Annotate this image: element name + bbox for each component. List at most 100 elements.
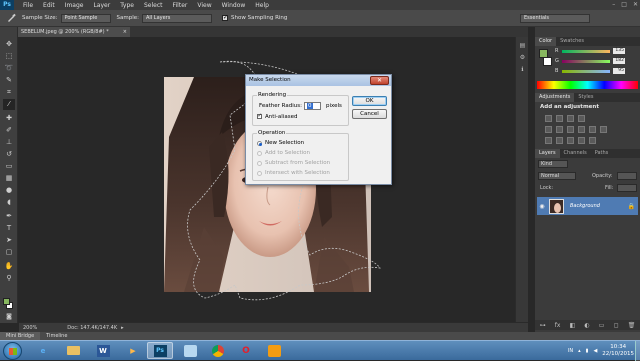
sample-size-select[interactable]: Point Sample xyxy=(60,13,111,23)
path-selection-tool-icon[interactable]: ➤ xyxy=(3,235,15,246)
fill-field[interactable] xyxy=(617,184,637,192)
opacity-field[interactable] xyxy=(617,172,637,180)
crop-tool-icon[interactable]: ⌗ xyxy=(3,87,15,98)
new-layer-icon[interactable]: ◻ xyxy=(614,322,619,329)
blend-mode-select[interactable]: Normal xyxy=(538,172,576,180)
anti-aliased-checkbox[interactable] xyxy=(257,113,262,119)
layer-style-icon[interactable]: fx xyxy=(555,322,561,329)
taskbar-ie[interactable]: e xyxy=(30,342,56,359)
foreground-color-swatch[interactable] xyxy=(3,298,10,305)
menu-layer[interactable]: Layer xyxy=(93,2,110,9)
selective-color-icon[interactable] xyxy=(589,137,596,144)
curves-icon[interactable] xyxy=(567,115,574,122)
invert-icon[interactable] xyxy=(545,137,552,144)
menu-type[interactable]: Type xyxy=(120,2,134,9)
taskbar-chrome[interactable] xyxy=(205,342,231,359)
layer-name[interactable]: Background xyxy=(570,203,600,209)
new-selection-label[interactable]: New Selection xyxy=(265,140,304,146)
feather-radius-input[interactable]: 0 xyxy=(304,102,321,110)
gradient-tool-icon[interactable]: ▦ xyxy=(3,173,15,184)
start-button[interactable] xyxy=(3,342,22,360)
black-white-icon[interactable] xyxy=(578,126,585,133)
pen-tool-icon[interactable]: ✒ xyxy=(3,211,15,222)
clock[interactable]: 10:34 22/10/2015 xyxy=(602,344,634,358)
green-value[interactable]: 182 xyxy=(613,58,625,64)
menu-file[interactable]: File xyxy=(23,2,33,9)
tab-paths[interactable]: Paths xyxy=(591,149,613,158)
blue-slider[interactable] xyxy=(562,69,610,73)
adjustment-layer-icon[interactable]: ◐ xyxy=(584,322,589,329)
blur-tool-icon[interactable]: ● xyxy=(3,185,15,196)
volume-icon[interactable]: ◀ xyxy=(593,348,597,354)
workspace-select[interactable]: Essentials xyxy=(520,13,590,23)
type-tool-icon[interactable]: T xyxy=(3,223,15,234)
panel-background-swatch[interactable] xyxy=(543,57,552,66)
language-indicator[interactable]: IN xyxy=(568,348,573,354)
red-value[interactable]: 135 xyxy=(613,48,625,54)
menu-edit[interactable]: Edit xyxy=(43,2,55,9)
tab-mini-bridge[interactable]: Mini Bridge xyxy=(0,332,41,340)
threshold-icon[interactable] xyxy=(567,137,574,144)
tab-color[interactable]: Color xyxy=(535,37,557,46)
eraser-tool-icon[interactable]: ▭ xyxy=(3,161,15,172)
gradient-map-icon[interactable] xyxy=(578,137,585,144)
healing-brush-tool-icon[interactable]: ✚ xyxy=(3,113,15,124)
marquee-tool-icon[interactable]: ⬚ xyxy=(3,51,15,62)
new-selection-radio[interactable] xyxy=(257,141,262,146)
properties-panel-icon[interactable]: ⚙ xyxy=(518,53,527,62)
taskbar-media[interactable]: ▶ xyxy=(120,342,146,359)
brightness-contrast-icon[interactable] xyxy=(545,115,552,122)
taskbar-app-orange[interactable] xyxy=(261,342,287,359)
green-slider[interactable] xyxy=(562,59,610,63)
layer-row-background[interactable]: ◉ Background 🔒 xyxy=(537,197,638,215)
brush-tool-icon[interactable]: ✐ xyxy=(3,125,15,136)
taskbar-explorer[interactable] xyxy=(60,342,86,359)
status-menu-arrow-icon[interactable]: ▸ xyxy=(121,325,124,331)
move-tool-icon[interactable]: ✥ xyxy=(3,39,15,50)
show-desktop-button[interactable] xyxy=(635,341,640,361)
menu-view[interactable]: View xyxy=(197,2,211,9)
network-icon[interactable]: ▮ xyxy=(586,348,589,354)
color-spectrum-ramp[interactable] xyxy=(537,81,638,89)
info-panel-icon[interactable]: ℹ xyxy=(518,65,527,74)
minimize-button[interactable]: – xyxy=(612,1,615,8)
history-brush-tool-icon[interactable]: ↺ xyxy=(3,149,15,160)
menu-help[interactable]: Help xyxy=(255,2,269,9)
document-tab[interactable]: SEBELUM.jpeg @ 200% (RGB/8#) * × xyxy=(18,27,130,37)
tab-channels[interactable]: Channels xyxy=(560,149,591,158)
exposure-icon[interactable] xyxy=(578,115,585,122)
quick-mask-icon[interactable]: ◙ xyxy=(3,311,15,322)
taskbar-photoshop[interactable]: Ps xyxy=(147,342,173,359)
zoom-level[interactable]: 200% xyxy=(23,325,37,331)
taskbar-opera[interactable]: O xyxy=(233,342,259,359)
tab-layers[interactable]: Layers xyxy=(535,149,560,158)
hue-saturation-icon[interactable] xyxy=(556,126,563,133)
layer-visibility-eye-icon[interactable]: ◉ xyxy=(537,203,547,210)
tab-adjustments[interactable]: Adjustments xyxy=(535,93,575,102)
link-layers-icon[interactable]: ⊶ xyxy=(540,322,546,329)
dialog-close-button[interactable]: ✕ xyxy=(370,76,389,85)
red-slider[interactable] xyxy=(562,49,610,53)
eyedropper-tool-icon[interactable]: ⁄ xyxy=(3,99,15,110)
clone-stamp-tool-icon[interactable]: ⊥ xyxy=(3,137,15,148)
zoom-tool-icon[interactable]: ⚲ xyxy=(3,273,15,284)
ok-button[interactable]: OK xyxy=(352,96,387,106)
menu-image[interactable]: Image xyxy=(65,2,84,9)
photo-filter-icon[interactable] xyxy=(589,126,596,133)
posterize-icon[interactable] xyxy=(556,137,563,144)
channel-mixer-icon[interactable] xyxy=(600,126,607,133)
maximize-button[interactable]: □ xyxy=(621,1,627,8)
document-tab-close-icon[interactable]: × xyxy=(123,27,127,37)
menu-filter[interactable]: Filter xyxy=(173,2,188,9)
shape-tool-icon[interactable]: ▢ xyxy=(3,247,15,258)
eyedropper-tool-preset-icon[interactable] xyxy=(6,13,16,23)
dialog-title-bar[interactable]: Make Selection ✕ xyxy=(246,75,391,86)
tab-timeline[interactable]: Timeline xyxy=(40,332,73,340)
layer-mask-icon[interactable]: ◧ xyxy=(570,322,576,329)
lasso-tool-icon[interactable]: ➰ xyxy=(3,63,15,74)
levels-icon[interactable] xyxy=(556,115,563,122)
vibrance-icon[interactable] xyxy=(545,126,552,133)
menu-select[interactable]: Select xyxy=(144,2,163,9)
close-window-button[interactable]: ✕ xyxy=(633,1,638,8)
blue-value[interactable]: 95 xyxy=(613,68,625,74)
